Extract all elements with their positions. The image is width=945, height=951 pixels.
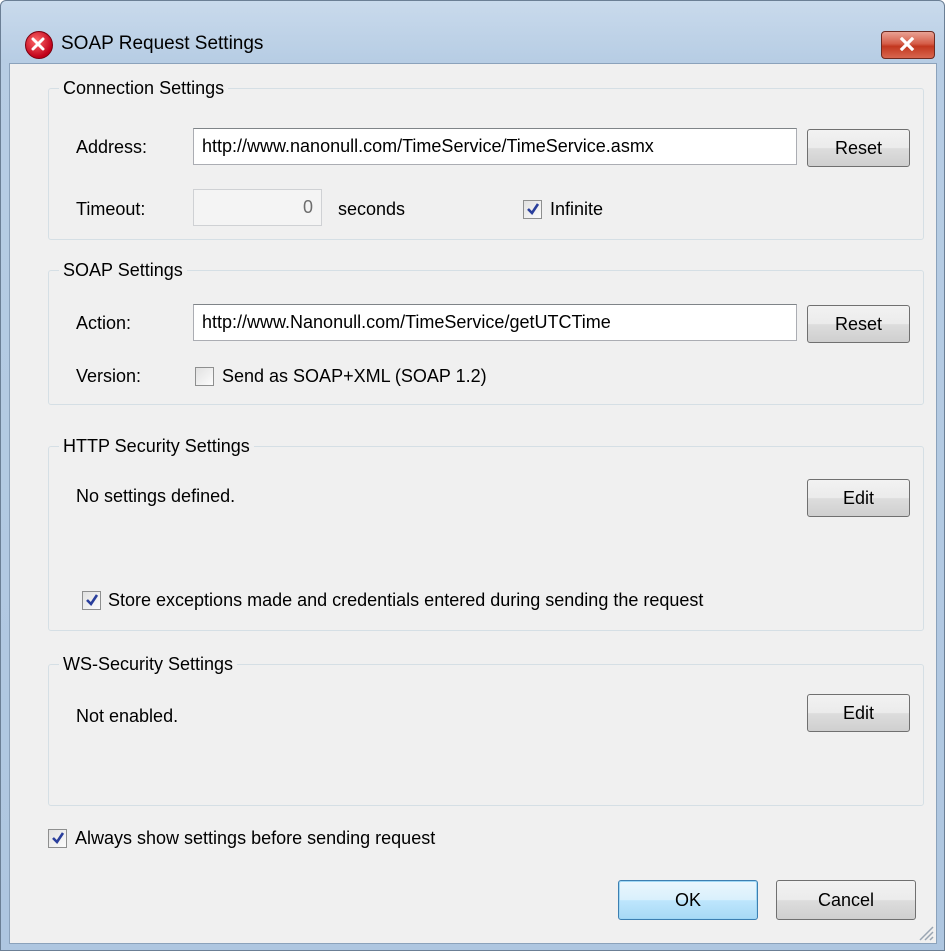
reset-label: Reset — [834, 314, 883, 334]
ok-button[interactable]: OK — [618, 880, 758, 920]
connection-settings-legend: Connection Settings — [63, 78, 225, 98]
infinite-checkbox[interactable] — [523, 200, 542, 219]
close-button[interactable] — [881, 31, 935, 59]
address-input[interactable]: http://www.nanonull.com/TimeService/Time… — [193, 128, 797, 165]
soap12-label: Send as SOAP+XML (SOAP 1.2) — [222, 366, 487, 386]
ok-label: OK — [674, 890, 701, 910]
soap-settings-legend: SOAP Settings — [63, 260, 183, 280]
dialog-body: Connection Settings Address: http://www.… — [9, 63, 937, 944]
cancel-label: Cancel — [817, 890, 875, 910]
action-reset-button[interactable]: Reset — [807, 305, 910, 343]
seconds-label: seconds — [338, 199, 406, 219]
check-icon — [52, 832, 65, 845]
always-show-label: Always show settings before sending requ… — [75, 828, 436, 848]
always-show-checkbox[interactable] — [48, 829, 67, 848]
edit-label: Edit — [842, 488, 875, 508]
http-security-status: No settings defined. — [76, 486, 236, 506]
timeout-input[interactable]: 0 — [193, 189, 322, 226]
check-icon — [527, 203, 540, 216]
dialog-window: SOAP Request Settings Connection Setting… — [0, 0, 945, 951]
edit-label: Edit — [842, 703, 875, 723]
ws-security-group: WS-Security Settings — [48, 654, 924, 806]
window-title: SOAP Request Settings — [61, 33, 264, 54]
address-reset-button[interactable]: Reset — [807, 129, 910, 167]
http-security-legend: HTTP Security Settings — [63, 436, 250, 456]
check-icon — [86, 594, 99, 607]
cancel-button[interactable]: Cancel — [776, 880, 916, 920]
soap12-checkbox[interactable] — [195, 367, 214, 386]
timeout-label: Timeout: — [76, 199, 146, 219]
store-credentials-checkbox[interactable] — [82, 591, 101, 610]
close-icon — [899, 37, 915, 51]
action-input[interactable]: http://www.Nanonull.com/TimeService/getU… — [193, 304, 797, 341]
action-label: Action: — [76, 313, 132, 333]
reset-label: Reset — [834, 138, 883, 158]
store-credentials-label: Store exceptions made and credentials en… — [108, 590, 704, 610]
address-label: Address: — [76, 137, 148, 157]
infinite-label: Infinite — [550, 199, 604, 219]
ws-security-status: Not enabled. — [76, 706, 179, 726]
ws-security-edit-button[interactable]: Edit — [807, 694, 910, 732]
resize-grip-icon[interactable] — [916, 923, 934, 941]
ws-security-legend: WS-Security Settings — [63, 654, 234, 674]
version-label: Version: — [76, 366, 142, 386]
http-security-edit-button[interactable]: Edit — [807, 479, 910, 517]
title-bar[interactable]: SOAP Request Settings — [1, 1, 944, 61]
app-icon — [25, 31, 53, 59]
